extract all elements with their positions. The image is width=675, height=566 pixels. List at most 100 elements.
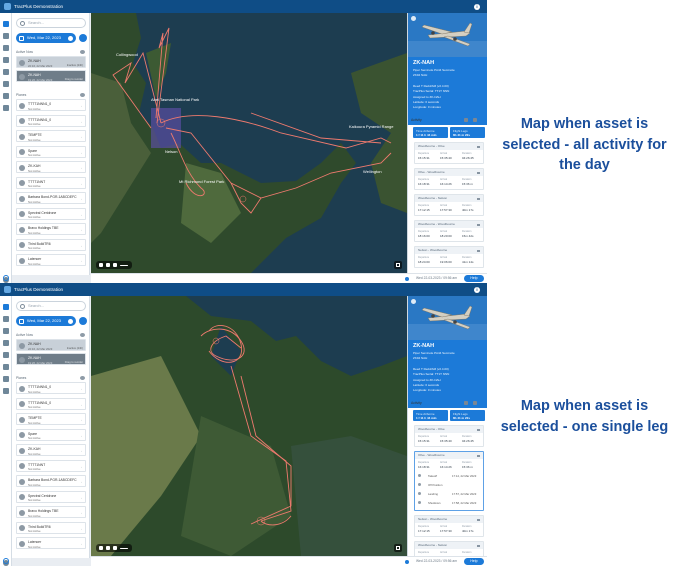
filter-button[interactable] [79, 34, 87, 42]
chevron-down-icon[interactable] [477, 428, 480, 431]
help-button[interactable]: Help [464, 275, 484, 282]
draw-tool-icon[interactable] [99, 263, 103, 267]
flight-leg-card[interactable]: Woodbourne - Olive Departure Arrival Dur… [414, 142, 484, 164]
asset-item[interactable]: Third BuildTR6 Not Active › [16, 238, 86, 251]
asset-item[interactable]: Spare Not Active › [16, 145, 86, 158]
filter-icon[interactable] [473, 118, 477, 122]
layers-button[interactable] [394, 544, 402, 552]
map-icon[interactable] [3, 304, 9, 310]
asset-name: Bravo Holdings TBE [28, 509, 59, 513]
share-icon[interactable] [3, 45, 9, 51]
help-button[interactable]: Help [464, 558, 484, 565]
map-icon[interactable] [3, 21, 9, 27]
flight-leg-card[interactable]: Nelson - Woodbourne Departure Arrival Du… [414, 515, 484, 537]
asset-item[interactable]: ZK-KAH Not Active › [16, 444, 86, 456]
asset-item[interactable]: Bravo Holdings TBE Not Active › [16, 506, 86, 518]
back-icon[interactable] [411, 16, 416, 21]
alerts-icon[interactable] [3, 340, 9, 346]
flight-leg-card[interactable]: Woodbourne - Olive Departure Arrival Dur… [414, 425, 484, 447]
chevron-down-icon[interactable] [477, 544, 480, 547]
zoom-in-icon[interactable] [113, 263, 117, 267]
asset-item-active[interactable]: ZK-NAH 22:16, 22 Mar 2023 Inactive (24h) [16, 56, 86, 68]
messages-icon[interactable] [3, 316, 9, 322]
help-icon[interactable] [3, 388, 9, 394]
eye-icon[interactable] [80, 376, 85, 380]
draw-tool-icon[interactable] [99, 546, 103, 550]
chevron-down-icon[interactable] [477, 171, 480, 174]
asset-item[interactable]: ZK-KAH Not Active › [16, 161, 86, 173]
ruler-icon[interactable] [106, 546, 110, 550]
asset-item[interactable]: Bravo Holdings TBE Not Active › [16, 223, 86, 235]
settings-icon[interactable] [464, 401, 468, 405]
asset-item[interactable]: Spare Not Active › [16, 428, 86, 441]
ruler-icon[interactable] [106, 263, 110, 267]
asset-item[interactable]: Barbara Bond-PGR-1ABCDEFC Not Active › [16, 192, 86, 204]
clear-date-icon[interactable] [68, 318, 73, 324]
asset-item[interactable]: TTTT1NNN1_0 Not Active › [16, 99, 86, 111]
settings-gear-icon[interactable] [3, 558, 9, 564]
org-menu-button[interactable]: TracPlus Demonstration [14, 283, 63, 296]
eye-icon[interactable] [80, 50, 85, 54]
settings-icon[interactable] [3, 352, 9, 358]
back-icon[interactable] [411, 299, 416, 304]
asset-item[interactable]: Latencer Not Active › [16, 537, 86, 549]
org-menu-button[interactable]: TracPlus Demonstration [14, 0, 63, 13]
asset-item[interactable]: TTTT1NNN1_0 Not Active › [16, 382, 86, 394]
asset-item[interactable]: Latencer Not Active › [16, 254, 86, 266]
flight-leg-card[interactable]: Olive - Woodbourne Departure Arrival Dur… [414, 168, 484, 190]
asset-item[interactable]: TTTT1NNN1_0 Not Active › [16, 114, 86, 127]
search-input[interactable]: Search... [16, 301, 86, 311]
flight-leg-card[interactable]: Nelson - Woodbourne Departure Arrival Du… [414, 246, 484, 268]
asset-item[interactable]: TTTT1NNN1_0 Not Active › [16, 397, 86, 410]
flight-leg-card[interactable]: Woodbourne - Nelson Departure Arrival Du… [414, 194, 484, 216]
flight-leg-card[interactable]: Woodbourne - Nelson Departure Arrival Du… [414, 541, 484, 556]
search-input[interactable]: Search... [16, 18, 86, 28]
asset-status: Not Active [28, 184, 41, 188]
settings-icon[interactable] [3, 69, 9, 75]
flight-leg-card[interactable]: Woodbourne - Woodbourne Departure Arriva… [414, 220, 484, 242]
flight-leg-card[interactable]: Olive - Woodbourne Departure Arrival Dur… [414, 451, 484, 511]
asset-item[interactable]: Spectral Ceridrone Not Active › [16, 207, 86, 220]
settings-icon[interactable] [464, 118, 468, 122]
filter-icon[interactable] [473, 401, 477, 405]
chevron-down-icon[interactable] [477, 223, 480, 226]
asset-item[interactable]: Third BuildTR6 Not Active › [16, 521, 86, 534]
info-icon[interactable]: i [474, 286, 480, 293]
clear-date-icon[interactable] [68, 35, 73, 41]
chevron-down-icon[interactable] [477, 145, 480, 148]
asset-item-active[interactable]: ZK-NAH 22:16, 22 Mar 2023 Inactive (24h) [16, 339, 86, 351]
asset-item[interactable]: TEMPTE Not Active › [16, 413, 86, 425]
settings-gear-icon[interactable] [3, 275, 9, 281]
map-view[interactable] [91, 296, 407, 556]
asset-item[interactable]: Spectral Ceridrone Not Active › [16, 490, 86, 503]
asset-item[interactable]: Barbara Bond-PGR-1ABCDEFC Not Active › [16, 475, 86, 487]
date-picker[interactable]: Wed, Mar 22, 2023 [16, 316, 76, 326]
reports-icon[interactable] [3, 364, 9, 370]
chevron-down-icon[interactable] [477, 197, 480, 200]
date-picker[interactable]: Wed, Mar 22, 2023 [16, 33, 76, 43]
map-view[interactable]: Collingwood Abel Tasman National Park Mt… [91, 13, 407, 273]
asset-item[interactable]: TTTT1NNT Not Active › [16, 176, 86, 189]
asset-item[interactable]: TEMPTE Not Active › [16, 130, 86, 142]
fleet-icon[interactable] [3, 376, 9, 382]
layers-button[interactable] [394, 261, 402, 269]
asset-item-active[interactable]: ZK-NAH 19:26, 22 Mar 2023 Drag to reorde… [16, 70, 86, 82]
filter-button[interactable] [79, 317, 87, 325]
chevron-down-icon[interactable] [477, 454, 480, 457]
alerts-icon[interactable] [3, 57, 9, 63]
zoom-in-icon[interactable] [113, 546, 117, 550]
info-icon[interactable]: i [474, 3, 480, 10]
eye-icon[interactable] [80, 333, 85, 337]
eye-icon[interactable] [80, 93, 85, 97]
fleet-icon[interactable] [3, 93, 9, 99]
chevron-down-icon[interactable] [477, 249, 480, 252]
asset-item-active[interactable]: ZK-NAH 19:26, 22 Mar 2023 Drag to reorde… [16, 353, 86, 365]
help-icon[interactable] [3, 105, 9, 111]
col-label: Arrival [440, 435, 448, 438]
asset-item[interactable]: TTTT1NNT Not Active › [16, 459, 86, 472]
chevron-down-icon[interactable] [477, 518, 480, 521]
reports-icon[interactable] [3, 81, 9, 87]
date-label: Wed, Mar 22, 2023 [27, 35, 61, 40]
share-icon[interactable] [3, 328, 9, 334]
messages-icon[interactable] [3, 33, 9, 39]
